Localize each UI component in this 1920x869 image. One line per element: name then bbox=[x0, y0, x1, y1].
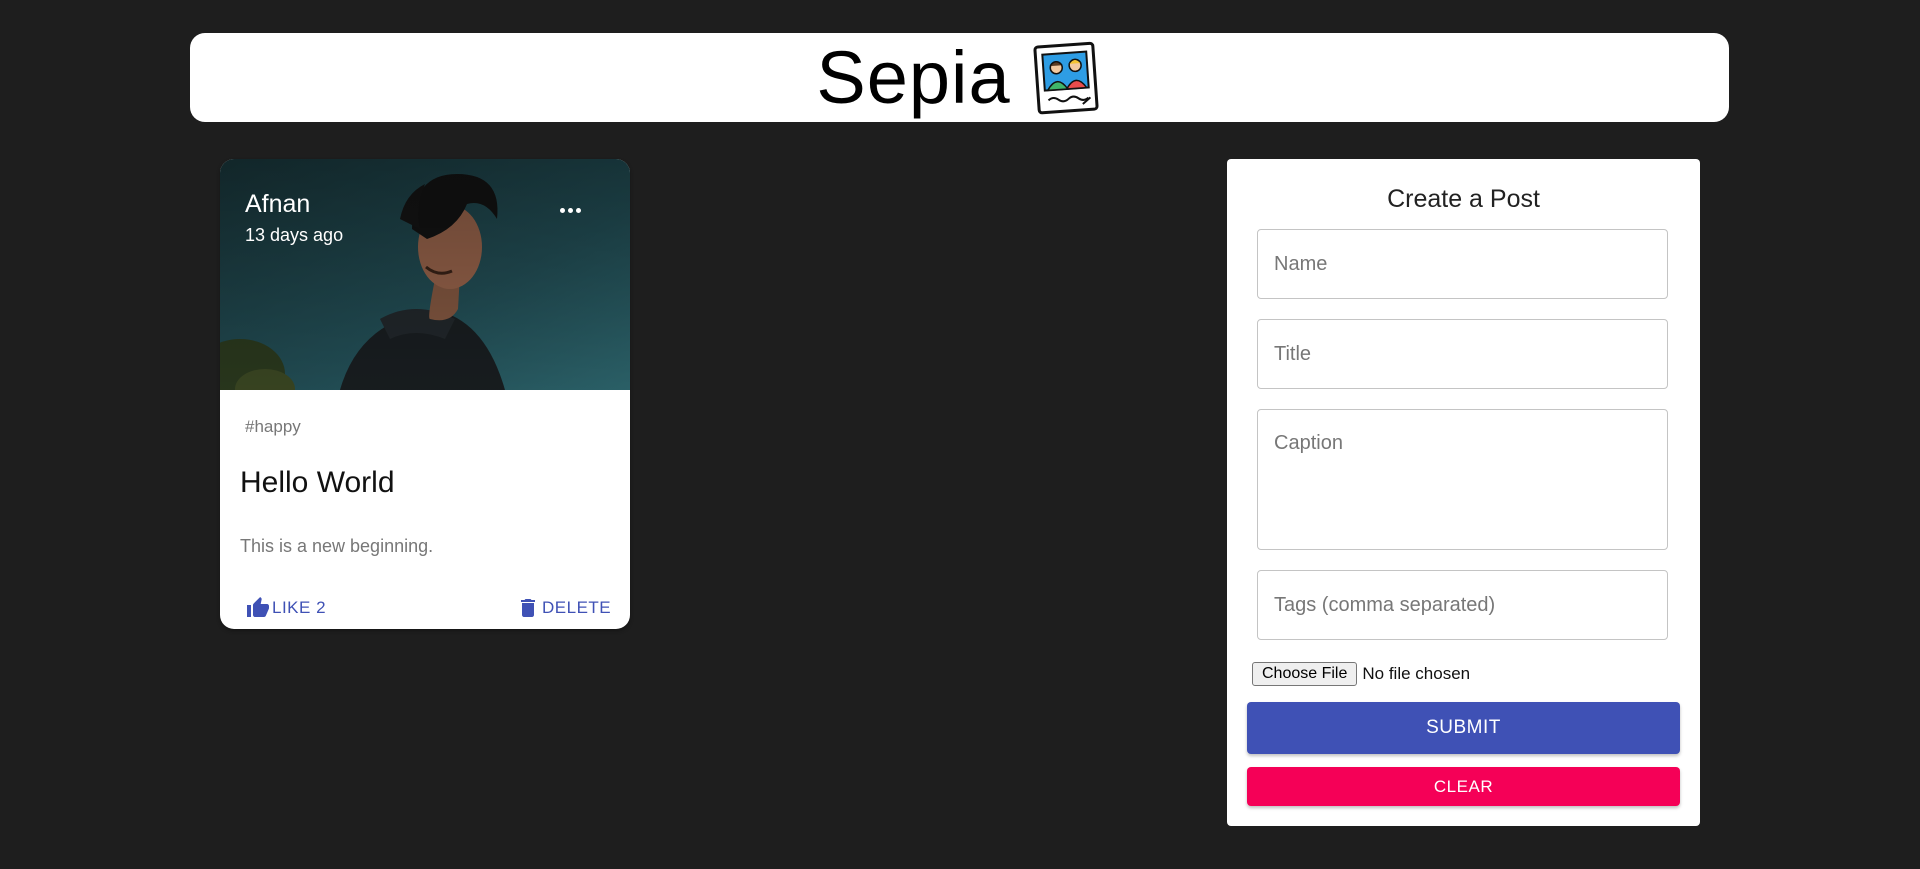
caption-field[interactable] bbox=[1257, 409, 1668, 550]
more-options-button[interactable] bbox=[546, 186, 594, 234]
title-field[interactable] bbox=[1257, 319, 1668, 389]
tags-input[interactable] bbox=[1258, 571, 1667, 639]
app-header: Sepia bbox=[190, 33, 1729, 122]
name-field[interactable] bbox=[1257, 229, 1668, 299]
post-time: 13 days ago bbox=[245, 225, 344, 245]
like-label: LIKE 2 bbox=[272, 598, 327, 617]
choose-file-button[interactable]: Choose File bbox=[1252, 662, 1358, 686]
post-title: Hello World bbox=[240, 466, 395, 499]
post-image: Afnan 13 days ago bbox=[220, 159, 630, 390]
clear-button[interactable]: CLEAR bbox=[1247, 767, 1680, 806]
caption-input[interactable] bbox=[1258, 410, 1667, 549]
create-post-form: Create a Post Choose File No file chosen… bbox=[1227, 159, 1700, 826]
delete-button[interactable]: DELETE bbox=[516, 586, 611, 629]
post-tags: #happy bbox=[245, 417, 301, 436]
delete-label: DELETE bbox=[542, 598, 612, 617]
title-input[interactable] bbox=[1258, 320, 1667, 388]
like-button[interactable]: LIKE 2 bbox=[246, 586, 326, 629]
thumb-up-icon bbox=[247, 597, 269, 617]
form-heading: Create a Post bbox=[1387, 185, 1540, 213]
submit-button[interactable]: SUBMIT bbox=[1247, 702, 1680, 754]
trash-icon bbox=[521, 599, 535, 617]
file-upload: Choose File No file chosen bbox=[1252, 662, 1470, 686]
name-input[interactable] bbox=[1258, 230, 1667, 298]
post-author: Afnan bbox=[245, 190, 311, 218]
post-card: Afnan 13 days ago #happy Hello World Thi… bbox=[220, 159, 630, 629]
photo-frame-logo-icon bbox=[1033, 41, 1099, 114]
brand-title: Sepia bbox=[816, 36, 1011, 119]
tags-field[interactable] bbox=[1257, 570, 1668, 640]
post-message: This is a new beginning. bbox=[240, 536, 434, 556]
file-status: No file chosen bbox=[1362, 664, 1471, 683]
more-horizontal-icon bbox=[558, 207, 582, 213]
